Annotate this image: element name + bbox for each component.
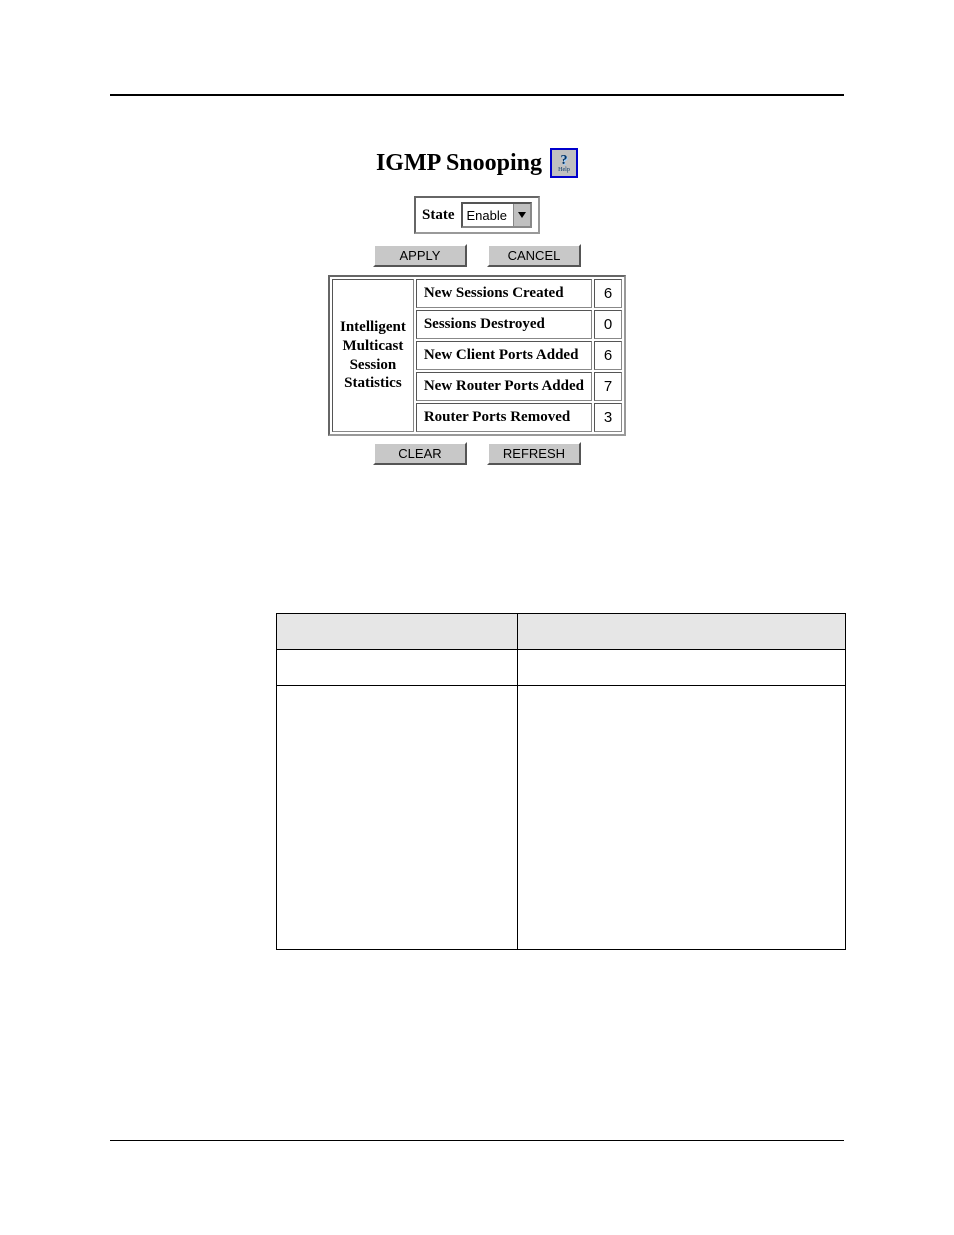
figure-title: IGMP Snooping (376, 150, 542, 177)
cancel-button[interactable]: CANCEL (487, 244, 581, 267)
header-section: Configuring the Switch (712, 68, 842, 83)
figure-caption: Figure 5-13 IGMP Snooping Page (0, 546, 954, 561)
param-row-desc: Read-only. Shows the following: New Sess… (518, 686, 846, 950)
stats-row-label: Router Ports Removed (416, 403, 592, 432)
stats-row-label: Sessions Destroyed (416, 310, 592, 339)
clear-button[interactable]: CLEAR (373, 442, 467, 465)
param-bullet: New Router Ports Added — the number of r… (548, 853, 833, 881)
page: Configuring the Switch IGMP Snooping ? H… (0, 0, 954, 1235)
stats-row-value: 0 (594, 310, 622, 339)
stats-row-value: 6 (594, 341, 622, 370)
param-bullet: Router Ports Removed — the number of rou… (548, 889, 833, 931)
param-bullet: New Sessions Created — the number of mul… (548, 717, 833, 745)
help-icon[interactable]: ? Help (550, 148, 578, 178)
stats-side-header: IntelligentMulticastSessionStatistics (332, 279, 414, 432)
stats-row-label: New Client Ports Added (416, 341, 592, 370)
stats-row-value: 3 (594, 403, 622, 432)
body-intro-text: The IGMP Snooping Page contains the foll… (276, 581, 670, 596)
footer-left: AT-8326GB Installation and User's Guide (112, 1153, 330, 1167)
refresh-button[interactable]: REFRESH (487, 442, 581, 465)
param-row-label: Intelligent Multicast Session Statistics (277, 686, 518, 950)
state-select-value: Enable (463, 204, 513, 226)
param-bullet: New Client Ports Added — the number of p… (548, 803, 833, 845)
stats-row-value: 7 (594, 372, 622, 401)
param-bullet-list: New Sessions Created — the number of mul… (530, 717, 833, 931)
apply-button[interactable]: APPLY (373, 244, 467, 267)
state-label: State (422, 207, 455, 224)
figure-igmp-snooping: IGMP Snooping ? Help State Enable (0, 148, 954, 469)
state-control-box: State Enable (414, 196, 540, 234)
state-select[interactable]: Enable (461, 202, 532, 228)
chevron-down-icon (513, 204, 530, 226)
parameter-table: Parameter Description State Enables or d… (276, 613, 846, 950)
top-divider (110, 94, 844, 96)
stats-row-label: New Sessions Created (416, 279, 592, 308)
stats-row-value: 6 (594, 279, 622, 308)
param-row-desc-intro: Read-only. Shows the following: (530, 696, 714, 711)
param-col-header: Parameter (277, 614, 518, 650)
param-row-label: State (277, 650, 518, 686)
footer-page-number: 5-19 (818, 1153, 842, 1167)
stats-table: IntelligentMulticastSessionStatistics Ne… (328, 275, 626, 436)
param-bullet: Sessions Destroyed — the number of multi… (548, 753, 833, 795)
stats-row-label: New Router Ports Added (416, 372, 592, 401)
bottom-divider (110, 1140, 844, 1141)
param-col-header: Description (518, 614, 846, 650)
param-row-desc: Enables or disables IGMP Snooping. (518, 650, 846, 686)
